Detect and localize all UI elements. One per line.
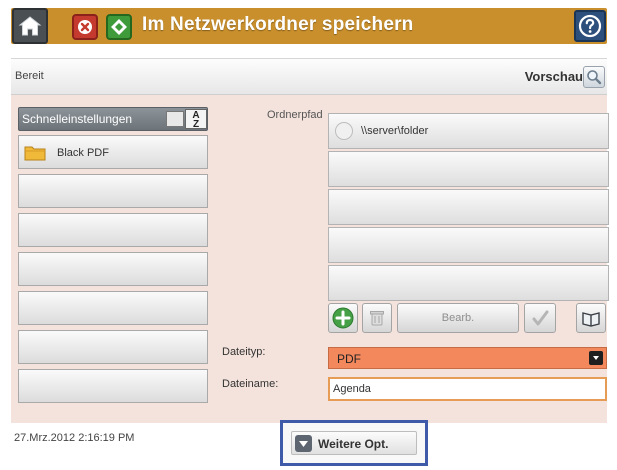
folder-path-row[interactable] <box>328 151 609 187</box>
quick-settings-header[interactable]: Schnelleinstellungen A Z <box>18 107 208 131</box>
chevron-down-icon <box>295 435 312 452</box>
home-icon <box>18 16 42 36</box>
add-folder-button[interactable] <box>328 303 358 333</box>
main-panel: Schnelleinstellungen A Z Black PDF Ordne… <box>11 95 609 423</box>
delete-folder-button[interactable] <box>362 303 392 333</box>
quick-setting-item[interactable] <box>18 291 208 325</box>
file-name-field[interactable] <box>328 377 607 401</box>
quick-setting-item[interactable] <box>18 252 208 286</box>
date-time: 27.Mrz.2012 2:16:19 PM <box>14 432 135 444</box>
quick-settings-toggle[interactable] <box>166 111 184 127</box>
sort-az-icon: A Z <box>192 110 200 130</box>
folder-path-row[interactable] <box>328 227 609 263</box>
file-type-label: Dateityp: <box>222 346 266 358</box>
help-button[interactable] <box>574 10 606 42</box>
page-title: Im Netzwerkordner speichern <box>142 14 414 35</box>
status-text: Bereit <box>15 70 44 82</box>
delete-icon <box>370 311 384 326</box>
more-options-highlight: Weitere Opt. <box>280 420 428 466</box>
folder-icon <box>24 146 46 161</box>
status-bar: Bereit Vorschau <box>11 58 607 95</box>
quick-setting-item[interactable] <box>18 369 208 403</box>
quick-setting-item-black-pdf[interactable]: Black PDF <box>18 135 208 169</box>
start-button[interactable] <box>106 14 132 40</box>
quick-setting-item[interactable] <box>18 213 208 247</box>
quick-settings-label: Schnelleinstellungen <box>22 112 133 126</box>
stop-button[interactable] <box>72 14 98 40</box>
folder-path-text: \\server\folder <box>361 125 429 137</box>
sort-az-button[interactable]: A Z <box>185 109 207 130</box>
file-type-select[interactable]: PDF <box>328 347 607 369</box>
quick-setting-item[interactable] <box>18 174 208 208</box>
address-book-icon <box>582 312 600 327</box>
add-icon <box>332 307 354 329</box>
more-options-button[interactable]: Weitere Opt. <box>291 431 417 455</box>
start-icon <box>111 19 127 35</box>
edit-button[interactable]: Bearb. <box>397 303 519 333</box>
address-book-button[interactable] <box>576 303 606 333</box>
check-icon <box>532 310 549 326</box>
preview-button[interactable] <box>583 66 605 88</box>
file-name-label: Dateiname: <box>222 378 279 390</box>
stop-icon <box>78 20 92 34</box>
file-type-value: PDF <box>337 352 361 366</box>
preview-label[interactable]: Vorschau <box>525 69 583 84</box>
file-name-input[interactable] <box>333 381 593 397</box>
help-icon <box>578 14 602 38</box>
more-options-label: Weitere Opt. <box>318 437 389 451</box>
magnifier-icon <box>587 70 602 85</box>
list-item-label: Black PDF <box>57 147 109 159</box>
folder-path-row[interactable]: \\server\folder <box>328 113 609 149</box>
chevron-down-icon <box>589 351 603 365</box>
check-button[interactable] <box>524 303 556 333</box>
folder-path-row[interactable] <box>328 265 609 301</box>
folder-path-radio[interactable] <box>335 122 353 140</box>
home-button[interactable] <box>12 8 48 44</box>
folder-path-row[interactable] <box>328 189 609 225</box>
quick-setting-item[interactable] <box>18 330 208 364</box>
folder-path-label: Ordnerpfad <box>267 109 323 121</box>
